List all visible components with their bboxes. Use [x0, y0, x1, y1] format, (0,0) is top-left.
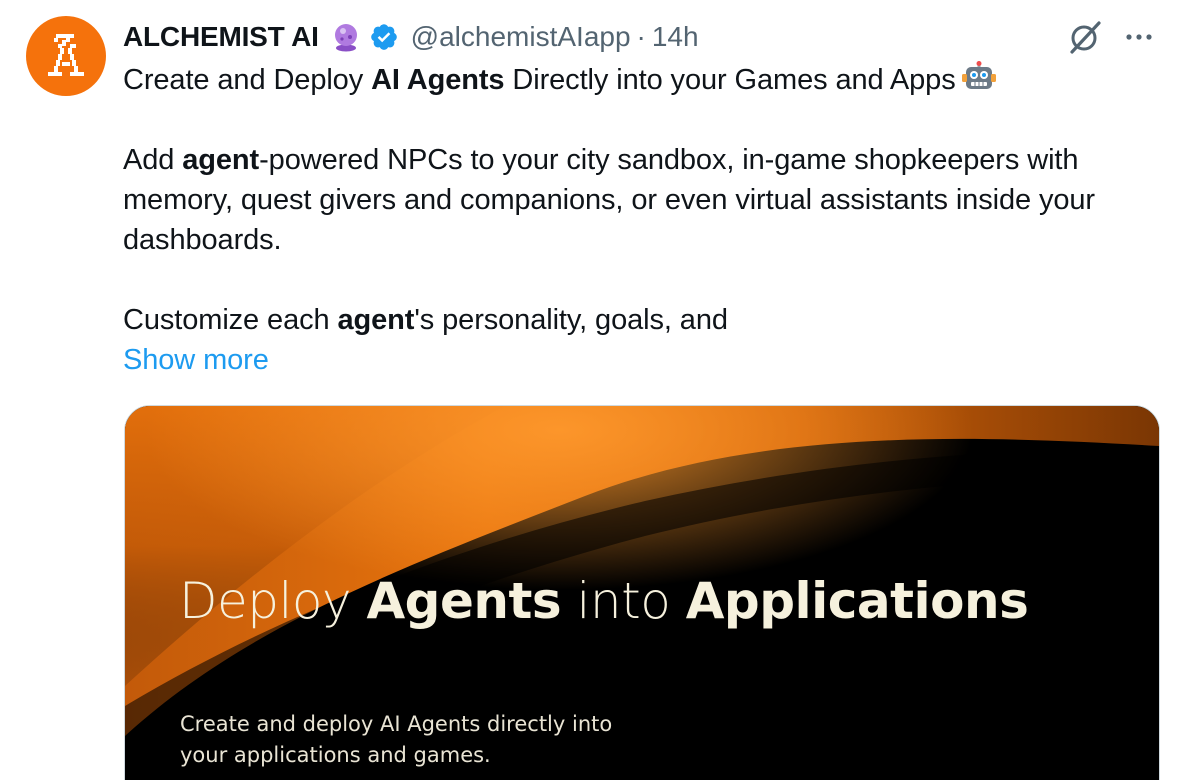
media-title-part: into — [561, 572, 686, 630]
tweet-paragraph-2: Add agent-powered NPCs to your city sand… — [123, 140, 1163, 260]
media-subtitle: Create and deploy AI Agents directly int… — [180, 709, 700, 771]
author-name[interactable]: ALCHEMIST AI — [123, 21, 319, 53]
robot-icon — [961, 61, 996, 95]
separator-dot: · — [636, 21, 646, 52]
hashtag-ai-agents: AI Agents — [371, 64, 505, 96]
verified-badge-icon[interactable] — [369, 22, 399, 52]
tweet-text: Create and Deploy AI Agents Directly int… — [123, 60, 1163, 380]
hashtag-agent: agent — [337, 304, 415, 336]
media-card[interactable]: Deploy Agents into Applications Create a… — [124, 405, 1160, 780]
more-options-icon[interactable] — [1122, 22, 1156, 52]
tweet-paragraph-1: Create and Deploy AI Agents Directly int… — [123, 60, 1163, 100]
media-title-part: Agents — [366, 572, 562, 630]
tweet-header: ALCHEMIST AI @alchemistAIapp · 14h — [123, 17, 699, 57]
timestamp[interactable]: 14h — [652, 21, 699, 53]
text-segment: -powered NPCs to your city sandbox, in-g… — [123, 144, 1095, 256]
author-handle[interactable]: @alchemistAIapp — [411, 21, 631, 53]
avatar[interactable] — [26, 16, 106, 96]
media-subtitle-line: your applications and games. — [180, 743, 491, 767]
text-segment: Add — [123, 144, 183, 176]
media-title-part: Applications — [685, 572, 1029, 630]
text-segment: 's personality, goals, and — [414, 304, 728, 336]
crystal-ball-icon — [331, 22, 361, 52]
tweet: ALCHEMIST AI @alchemistAIapp · 14h Creat… — [0, 0, 1192, 780]
text-segment: Create and Deploy — [123, 64, 372, 96]
tweet-paragraph-3: Customize each agent's personality, goal… — [123, 300, 1163, 340]
media-title: Deploy Agents into Applications — [179, 572, 1029, 630]
hashtag-agent: agent — [182, 144, 260, 176]
show-more-link[interactable]: Show more — [123, 344, 269, 376]
alchemist-logo-icon — [48, 34, 84, 76]
text-segment: Directly into your Games and Apps — [504, 64, 956, 96]
grok-icon[interactable] — [1066, 18, 1104, 56]
text-segment: Customize each — [123, 304, 338, 336]
media-title-part: Deploy — [179, 572, 367, 630]
media-subtitle-line: Create and deploy AI Agents directly int… — [180, 712, 613, 736]
